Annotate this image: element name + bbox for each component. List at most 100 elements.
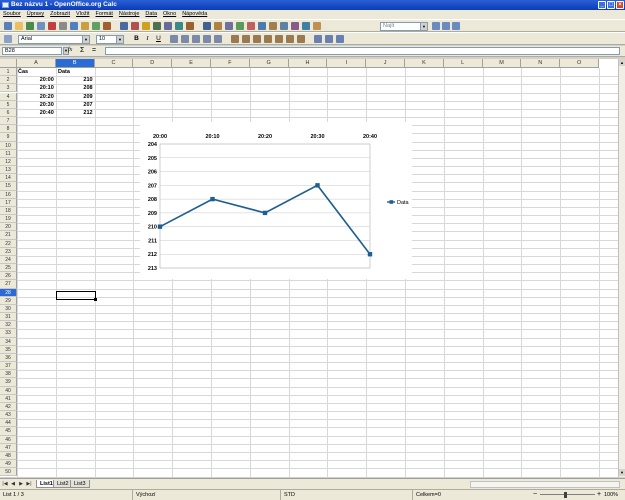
column-header-n[interactable]: N: [521, 59, 561, 68]
row-header-38[interactable]: 38: [0, 370, 17, 379]
scroll-down-icon[interactable]: ▼: [619, 469, 625, 476]
chart-icon[interactable]: [225, 22, 233, 30]
styles-icon[interactable]: [4, 35, 12, 43]
sort-descending-icon[interactable]: [214, 22, 222, 30]
row-header-20[interactable]: 20: [0, 223, 17, 232]
column-header-a[interactable]: A: [17, 59, 56, 68]
align-center-icon[interactable]: [181, 35, 189, 43]
menu-item-1[interactable]: Úpravy: [24, 10, 47, 19]
row-header-33[interactable]: 33: [0, 329, 17, 338]
redo-icon[interactable]: [175, 22, 183, 30]
column-header-g[interactable]: G: [249, 59, 289, 68]
data-point[interactable]: [262, 210, 268, 216]
row-header-1[interactable]: 1: [0, 68, 17, 77]
selected-cell-cursor[interactable]: [56, 291, 96, 300]
row-header-50[interactable]: 50: [0, 468, 17, 477]
align-right-icon[interactable]: [192, 35, 200, 43]
cell-a1[interactable]: Čas: [18, 68, 28, 76]
increase-indent-icon[interactable]: [297, 35, 305, 43]
sheet-tab-3[interactable]: List3: [70, 480, 90, 488]
italic-button[interactable]: I: [143, 35, 152, 43]
sum-button[interactable]: Σ: [80, 47, 84, 54]
row-header-39[interactable]: 39: [0, 378, 17, 387]
align-left-icon[interactable]: [170, 35, 178, 43]
cell-time[interactable]: 20:40: [17, 109, 56, 117]
delete-decimal-icon[interactable]: [275, 35, 283, 43]
gallery-icon[interactable]: [258, 22, 266, 30]
cell-time[interactable]: 20:10: [17, 84, 56, 92]
cell-time[interactable]: 20:30: [17, 101, 56, 109]
next-sheet-icon[interactable]: ▶: [18, 481, 24, 488]
undo-icon[interactable]: [164, 22, 172, 30]
row-header-25[interactable]: 25: [0, 264, 17, 273]
row-header-23[interactable]: 23: [0, 247, 17, 256]
menu-item-7[interactable]: Okno: [160, 10, 179, 19]
background-color-icon[interactable]: [325, 35, 333, 43]
page-style[interactable]: Výchozí: [132, 490, 156, 500]
copy-icon[interactable]: [131, 22, 139, 30]
maximize-icon[interactable]: □: [607, 1, 615, 9]
fill-handle[interactable]: [94, 298, 97, 301]
scroll-up-icon[interactable]: ▲: [619, 59, 625, 66]
last-sheet-icon[interactable]: ▶|: [26, 481, 32, 488]
menu-item-3[interactable]: Vložit: [73, 10, 92, 19]
column-header-e[interactable]: E: [172, 59, 211, 68]
new-icon[interactable]: [4, 22, 12, 30]
column-header-i[interactable]: I: [327, 59, 367, 68]
gear-icon[interactable]: [313, 22, 321, 30]
chevron-down-icon[interactable]: ▼: [116, 36, 123, 43]
row-header-19[interactable]: 19: [0, 215, 17, 224]
row-header-10[interactable]: 10: [0, 141, 17, 150]
paste-icon[interactable]: [142, 22, 150, 30]
column-header-f[interactable]: F: [211, 59, 250, 68]
zoom-slider[interactable]: [540, 494, 595, 495]
horizontal-scrollbar[interactable]: [470, 481, 620, 488]
save-icon[interactable]: [26, 22, 34, 30]
find-down-icon[interactable]: [432, 22, 440, 30]
row-header-34[interactable]: 34: [0, 337, 17, 346]
menu-item-5[interactable]: Nástroje: [116, 10, 142, 19]
menu-item-4[interactable]: Formát: [93, 10, 116, 19]
cell-time[interactable]: 20:20: [17, 93, 56, 101]
row-header-5[interactable]: 5: [0, 100, 17, 109]
function-wizard-button[interactable]: fx: [68, 47, 72, 53]
menu-item-8[interactable]: Nápověda: [179, 10, 210, 19]
row-header-47[interactable]: 47: [0, 443, 17, 452]
close-icon[interactable]: ×: [616, 1, 624, 9]
find-input[interactable]: Najít ▼: [380, 22, 428, 31]
row-header-32[interactable]: 32: [0, 321, 17, 330]
row-header-9[interactable]: 9: [0, 133, 17, 142]
row-header-13[interactable]: 13: [0, 166, 17, 175]
autospell-icon[interactable]: [103, 22, 111, 30]
percent-icon[interactable]: [242, 35, 250, 43]
cell-time[interactable]: 20:00: [17, 76, 56, 84]
row-header-46[interactable]: 46: [0, 435, 17, 444]
row-header-37[interactable]: 37: [0, 362, 17, 371]
export-pdf-icon[interactable]: [59, 22, 67, 30]
row-header-11[interactable]: 11: [0, 149, 17, 158]
row-header-7[interactable]: 7: [0, 117, 17, 126]
row-header-24[interactable]: 24: [0, 255, 17, 265]
zoom-out-icon[interactable]: −: [533, 490, 537, 500]
name-box[interactable]: B28: [2, 47, 62, 55]
column-header-j[interactable]: J: [366, 59, 405, 68]
menu-item-2[interactable]: Zobrazit: [47, 10, 73, 19]
data-point[interactable]: [210, 196, 215, 202]
number-format-icon[interactable]: [253, 35, 261, 43]
row-header-16[interactable]: 16: [0, 190, 17, 199]
chevron-down-icon[interactable]: ▼: [82, 36, 89, 43]
row-header-3[interactable]: 3: [0, 84, 17, 93]
first-sheet-icon[interactable]: |◀: [2, 481, 8, 488]
cut-icon[interactable]: [120, 22, 128, 30]
row-header-22[interactable]: 22: [0, 239, 17, 248]
font-size-combo[interactable]: 10 ▼: [96, 35, 124, 44]
zoom-icon[interactable]: [280, 22, 288, 30]
minimize-icon[interactable]: _: [598, 1, 606, 9]
column-header-l[interactable]: L: [443, 59, 483, 68]
row-header-26[interactable]: 26: [0, 272, 17, 281]
row-header-18[interactable]: 18: [0, 206, 17, 216]
row-header-6[interactable]: 6: [0, 108, 17, 117]
menu-item-6[interactable]: Data: [142, 10, 160, 19]
currency-icon[interactable]: [231, 35, 239, 43]
font-color-icon[interactable]: [336, 35, 344, 43]
